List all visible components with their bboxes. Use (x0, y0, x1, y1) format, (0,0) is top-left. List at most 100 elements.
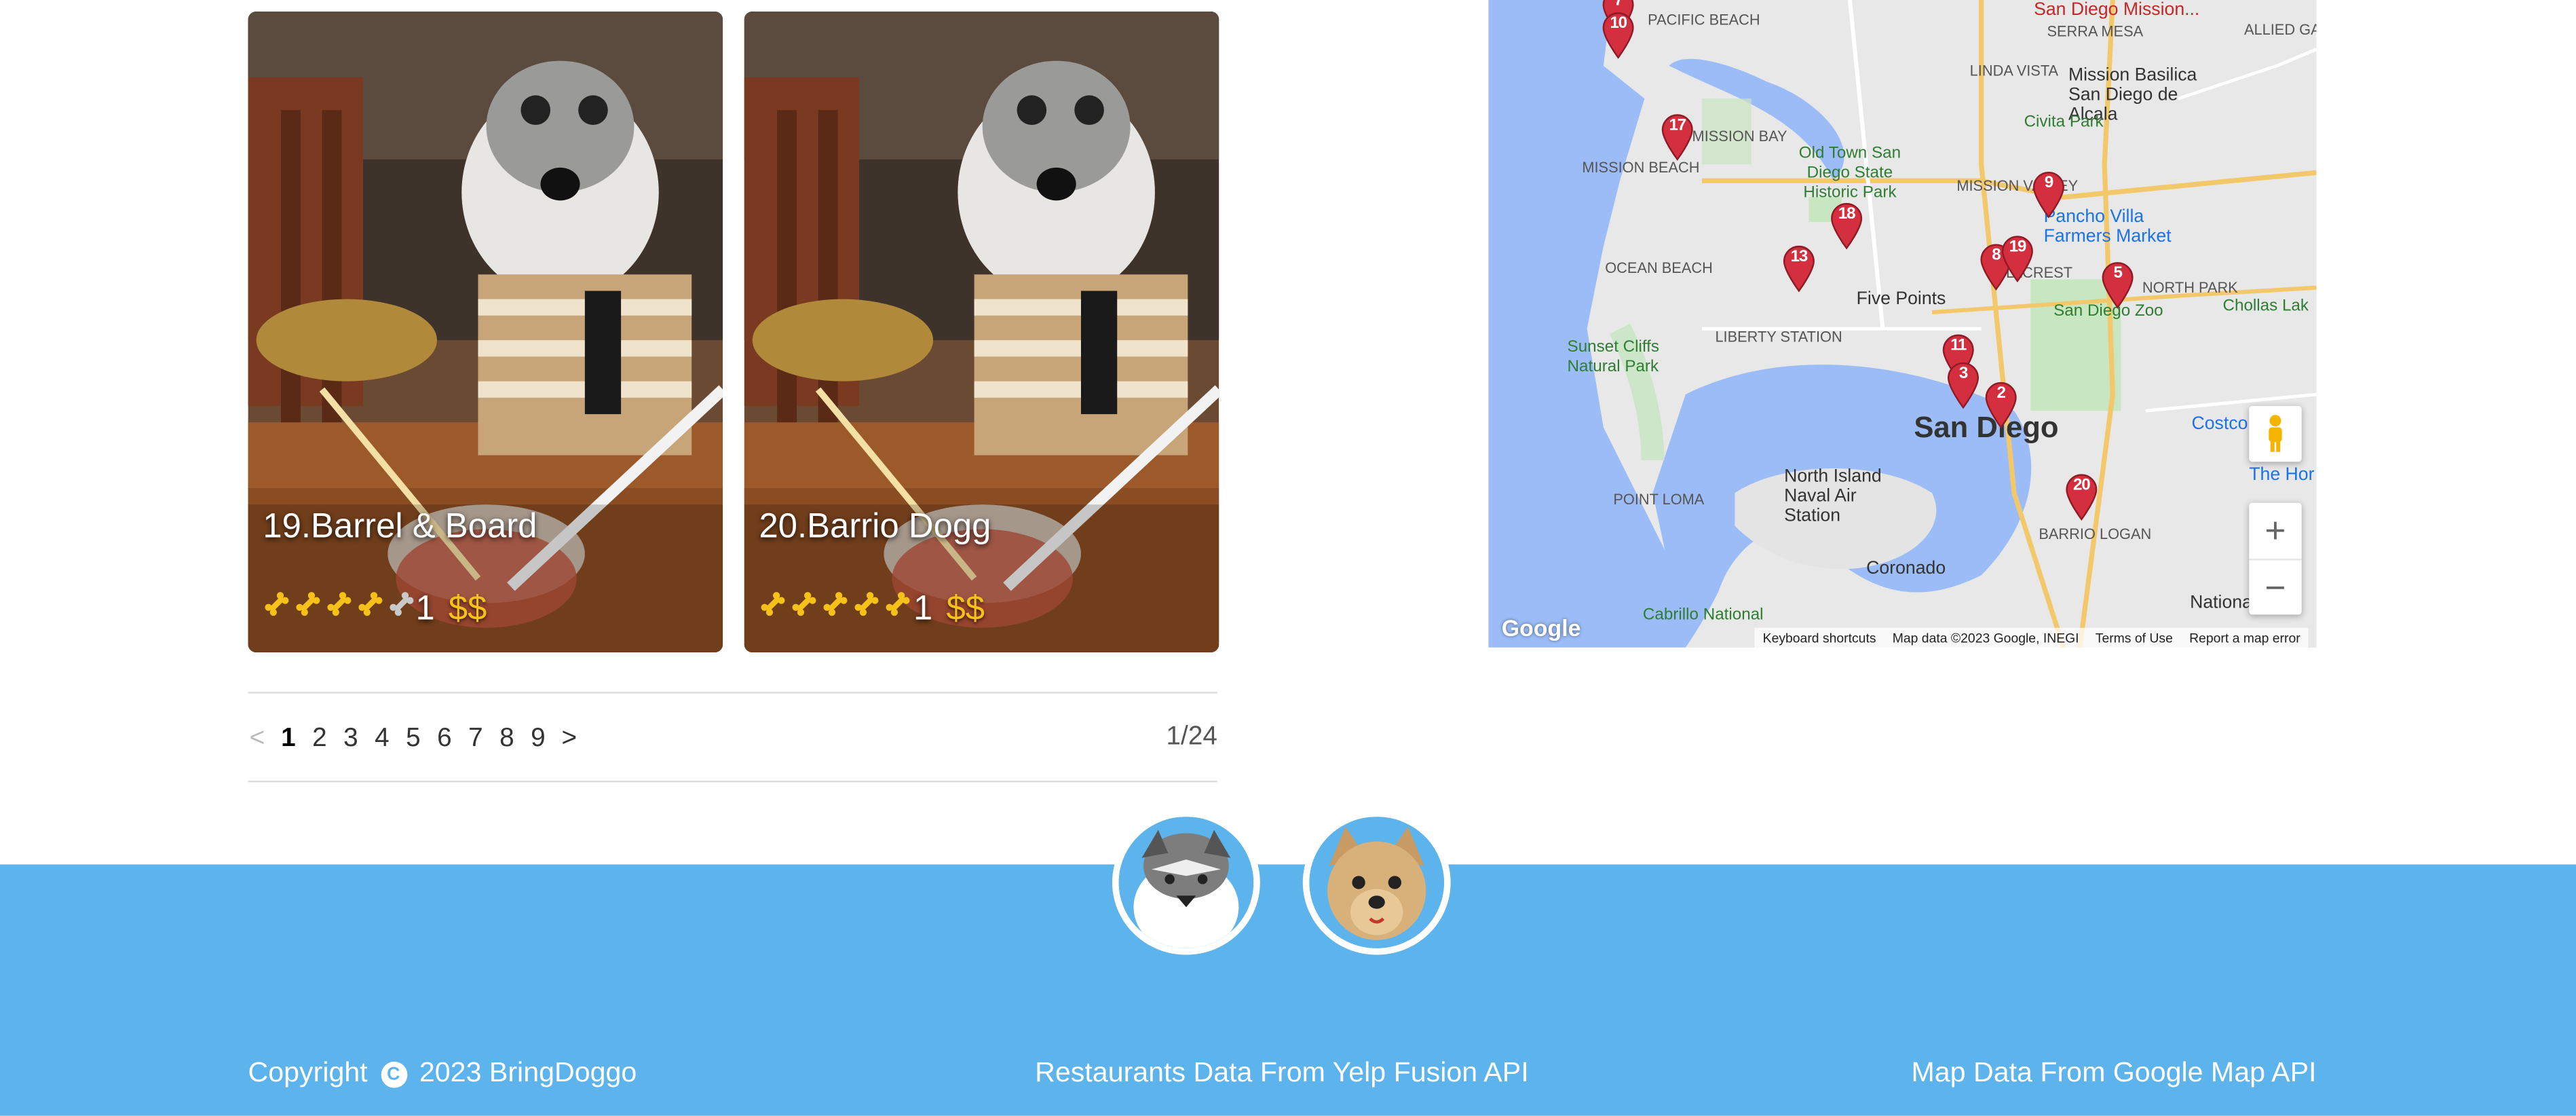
map-marker-label: 3 (1958, 365, 1968, 384)
map-marker-2[interactable]: 2 (1983, 379, 2019, 429)
map-marker-label: 5 (2113, 264, 2122, 283)
yelp-attribution[interactable]: Restaurants Data From Yelp Fusion API (1035, 1057, 1528, 1090)
map-marker-5[interactable]: 5 (2100, 260, 2136, 310)
map-label: BARRIO LOGAN (2039, 525, 2152, 542)
map-label: Old Town San Diego State Historic Park (1798, 145, 1901, 202)
page-link-4[interactable]: 4 (373, 725, 392, 755)
map-label: LIBERTY STATION (1715, 329, 1842, 346)
map-marker-20[interactable]: 20 (2064, 472, 2100, 521)
map-label: NORTH PARK (2142, 279, 2238, 296)
yorkie-avatar (1302, 810, 1451, 955)
page-link-8[interactable]: 8 (498, 725, 516, 755)
map-label: POINT LOMA (1613, 491, 1705, 508)
map-marker-19[interactable]: 19 (1999, 234, 2035, 283)
map-marker-label: 2 (1996, 384, 2006, 403)
map-marker-label: 10 (1610, 14, 1627, 33)
map-label: Sunset Cliffs Natural Park (1567, 338, 1660, 377)
next-page-button[interactable]: > (561, 725, 579, 755)
restaurant-name: 20.Barrio Dogg (759, 508, 991, 546)
map-marker-label: 13 (1790, 248, 1808, 267)
pager-divider-top (248, 692, 1217, 694)
zoom-out-button[interactable]: − (2249, 559, 2302, 614)
map-label: Nationa (2190, 593, 2252, 614)
map-label: Civita Park (2024, 113, 2104, 132)
keyboard-shortcuts-link[interactable]: Keyboard shortcuts (1755, 630, 1884, 645)
map-data-text: Map data ©2023 Google, INEGI (1892, 630, 2079, 646)
restaurant-photo (248, 11, 723, 653)
map-label: SERRA MESA (2047, 22, 2144, 40)
bone-icon (854, 592, 879, 616)
bone-icon (792, 592, 816, 616)
schnauzer-avatar (1112, 810, 1260, 955)
copyright-prefix: Copyright (248, 1056, 368, 1088)
google-logo: Google (1501, 614, 1581, 641)
bone-icon (761, 592, 785, 616)
map-marker-label: 20 (2073, 477, 2091, 495)
map-marker-13[interactable]: 13 (1781, 243, 1817, 293)
prev-page-button[interactable]: < (248, 725, 267, 755)
restaurant-name: 19.Barrel & Board (263, 508, 537, 546)
report-map-error-link[interactable]: Report a map error (2181, 630, 2309, 645)
bone-icon (390, 592, 414, 616)
bone-icon (886, 592, 910, 616)
bone-icon (296, 592, 320, 616)
page-link-5[interactable]: 5 (404, 725, 423, 755)
map-marker-17[interactable]: 17 (1659, 112, 1695, 162)
map-marker-label: 19 (2009, 238, 2027, 257)
map-label: Cabrillo National (1642, 606, 1764, 625)
map-label: OCEAN BEACH (1605, 259, 1713, 276)
map-marker-9[interactable]: 9 (2030, 169, 2066, 219)
copyright-icon: C (380, 1061, 407, 1088)
map-marker-label: 17 (1669, 116, 1687, 135)
map-marker-10[interactable]: 10 (1600, 10, 1636, 60)
rating-bones (759, 590, 911, 618)
map-marker-18[interactable]: 18 (1828, 200, 1864, 250)
price-level: $$ (448, 590, 487, 628)
map-marker-3[interactable]: 3 (1945, 360, 1981, 409)
map-label: PACIFIC BEACH (1648, 11, 1760, 29)
review-count: 1 (913, 590, 933, 628)
page-link-1[interactable]: 1 (280, 725, 298, 755)
google-map[interactable]: San Diego Mission... SERRA MESA ALLIED G… (1488, 0, 2317, 648)
map-label: Costco (2191, 414, 2248, 434)
map-label: The Hor (2249, 465, 2315, 485)
pager-divider-bottom (248, 780, 1217, 783)
review-count: 1 (415, 590, 435, 628)
page-link-3[interactable]: 3 (342, 725, 360, 755)
map-label: LINDA VISTA (1969, 62, 2059, 79)
map-marker-label: 7 (1614, 0, 1623, 10)
copyright-year-brand: 2023 BringDoggo (419, 1056, 637, 1088)
restaurant-photo (744, 11, 1219, 653)
map-marker-label: 11 (1950, 337, 1967, 355)
page-link-9[interactable]: 9 (529, 725, 548, 755)
restaurant-card-19[interactable]: 19.Barrel & Board 1 $$ (248, 11, 723, 653)
bone-icon (823, 592, 848, 616)
price-level: $$ (946, 590, 985, 628)
bone-icon (358, 592, 383, 616)
map-label: San Diego Mission... (2034, 0, 2200, 20)
street-view-pegman-icon[interactable] (2249, 405, 2302, 462)
map-label: Five Points (1856, 289, 1946, 310)
map-marker-label: 18 (1838, 205, 1856, 224)
page-link-6[interactable]: 6 (436, 725, 454, 755)
bone-icon (265, 592, 289, 616)
restaurant-card-20[interactable]: 20.Barrio Dogg 1 $$ (744, 11, 1219, 653)
copyright-text: Copyright C 2023 BringDoggo (248, 1057, 637, 1090)
bone-icon (327, 592, 352, 616)
google-attribution[interactable]: Map Data From Google Map API (1911, 1057, 2316, 1090)
map-attribution: Keyboard shortcuts Map data ©2023 Google… (1754, 627, 2309, 648)
page-link-7[interactable]: 7 (467, 725, 485, 755)
map-label: Chollas Lak (2222, 297, 2309, 316)
map-label: North Island Naval Air Station (1784, 466, 1882, 526)
map-label: MISSION BAY (1692, 128, 1787, 145)
map-label: Coronado (1866, 559, 1946, 579)
zoom-in-button[interactable]: + (2249, 503, 2301, 559)
page-count: 1/24 (1166, 723, 1217, 751)
rating-bones (263, 590, 415, 618)
page-link-2[interactable]: 2 (311, 725, 329, 755)
pagination: < 1 2 3 4 5 6 7 8 9 > 1/24 (248, 723, 1217, 756)
map-marker-label: 9 (2044, 174, 2053, 193)
map-label: MISSION BEACH (1582, 159, 1700, 176)
terms-of-use-link[interactable]: Terms of Use (2087, 630, 2181, 645)
map-label: ALLIED GAR (2243, 21, 2317, 38)
